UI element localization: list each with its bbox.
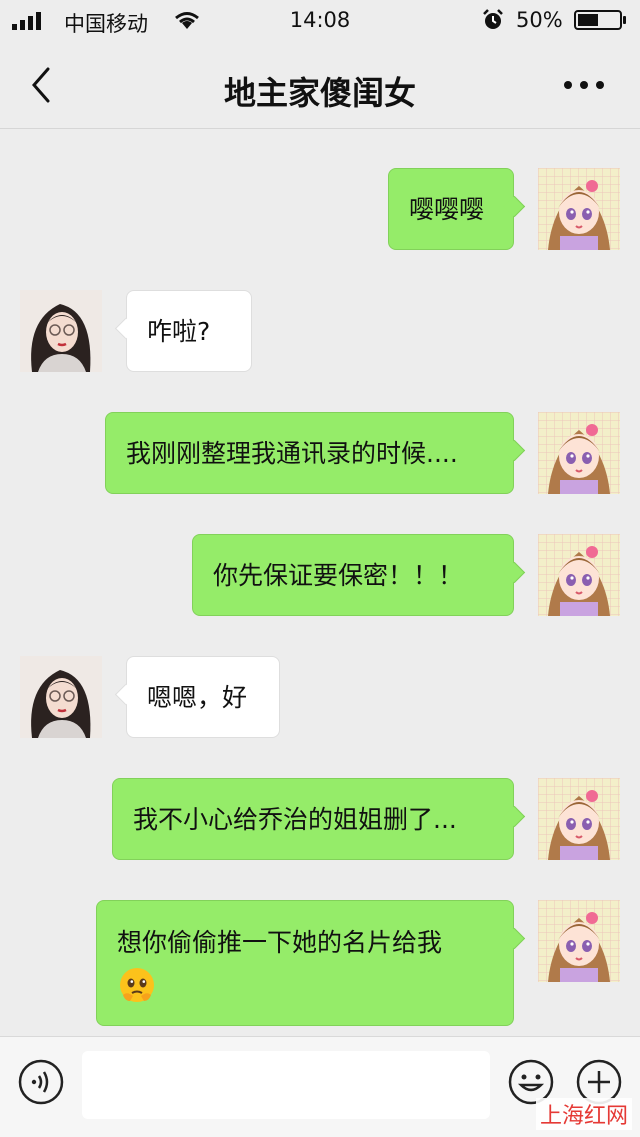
contact-avatar[interactable]	[20, 656, 102, 738]
more-dots-icon[interactable]	[562, 78, 606, 92]
battery-percent: 50%	[516, 8, 563, 32]
message-text: 嗯嗯，好	[147, 683, 248, 712]
message-bubble[interactable]: 嗯嗯，好	[126, 656, 280, 738]
watermark: 上海红网	[536, 1098, 633, 1130]
my-avatar[interactable]	[538, 168, 620, 250]
battery-icon	[574, 10, 626, 30]
message-bubble[interactable]: 嘤嘤嘤	[388, 168, 514, 250]
message-bubble[interactable]: 我刚刚整理我通讯录的时候....	[105, 412, 514, 494]
my-avatar[interactable]	[538, 412, 620, 494]
message-text: 嘤嘤嘤	[409, 195, 485, 224]
message-text: 我刚刚整理我通讯录的时候....	[126, 439, 458, 468]
message-text: 我不小心给乔治的姐姐删了...	[133, 805, 457, 834]
status-bar: 中国移动 14:08 50%	[0, 0, 640, 40]
message-bubble[interactable]: 想你偷偷推一下她的名片给我	[96, 900, 514, 1026]
message-text: 你先保证要保密！！！	[213, 561, 464, 590]
my-avatar[interactable]	[538, 900, 620, 982]
message-bubble[interactable]: 你先保证要保密！！！	[192, 534, 514, 616]
my-avatar[interactable]	[538, 778, 620, 860]
message-text: 咋啦?	[147, 317, 211, 346]
contact-avatar[interactable]	[20, 290, 102, 372]
alarm-icon	[483, 9, 503, 29]
nav-bar: 地主家傻闺女	[0, 40, 640, 129]
my-avatar[interactable]	[538, 534, 620, 616]
chat-title: 地主家傻闺女	[223, 74, 416, 112]
message-bubble[interactable]: 我不小心给乔治的姐姐删了...	[112, 778, 514, 860]
message-text: 想你偷偷推一下她的名片给我	[117, 928, 443, 957]
voice-icon[interactable]	[18, 1059, 64, 1105]
pleading-face-emoji	[120, 968, 154, 1002]
message-bubble[interactable]: 咋啦?	[126, 290, 252, 372]
message-input[interactable]	[82, 1051, 490, 1119]
